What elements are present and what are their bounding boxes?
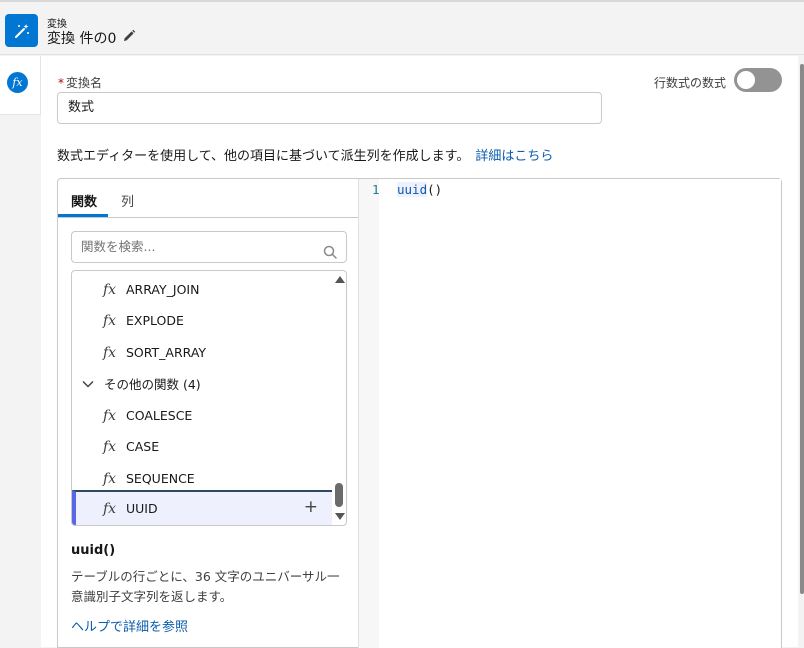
list-scrollbar[interactable] [332, 271, 346, 525]
function-item-sort-array[interactable]: fx SORT_ARRAY [72, 337, 332, 368]
active-tab-indicator [58, 214, 108, 217]
scroll-down-arrow-icon[interactable] [335, 513, 345, 520]
learn-more-link[interactable]: 詳細はこちら [475, 149, 553, 164]
code-function-token: uuid [397, 182, 428, 197]
function-item-case[interactable]: fx CASE [72, 431, 332, 462]
fx-icon: fx [103, 344, 117, 361]
fx-icon: fx [103, 312, 117, 329]
page-header: 変換 変換 件の0 [0, 0, 804, 55]
function-label: SORT_ARRAY [126, 345, 207, 360]
function-item-coalesce[interactable]: fx COALESCE [72, 400, 332, 431]
page-title: 変換 件の0 [47, 28, 136, 48]
chevron-down-icon [82, 377, 104, 391]
function-search-input[interactable]: 関数を検索... [71, 231, 347, 263]
code-editor[interactable]: 1 uuid() [359, 179, 781, 648]
transform-name-label-text: 変換名 [66, 76, 103, 90]
search-placeholder: 関数を検索... [81, 239, 156, 254]
function-tabs: 関数 列 [58, 179, 358, 218]
page-scrollbar-thumb[interactable] [800, 64, 804, 594]
page-title-text: 変換 件の0 [47, 31, 117, 47]
function-label: EXPLODE [126, 313, 184, 328]
transform-name-label: * 変換名 [58, 74, 102, 91]
toggle-knob [737, 71, 755, 89]
line-number: 1 [372, 182, 380, 197]
function-list: fx ARRAY_JOIN fx EXPLODE fx SORT_ARRAY そ… [71, 270, 347, 526]
magic-wand-icon [5, 14, 38, 47]
function-label: ARRAY_JOIN [126, 282, 200, 297]
function-label: UUID [126, 501, 158, 516]
formula-editor-panel: 関数 列 関数を検索... fx ARRAY_JOIN fx EXPLODE f… [57, 178, 782, 648]
function-label: COALESCE [126, 408, 193, 423]
scroll-up-arrow-icon[interactable] [335, 276, 345, 283]
function-item-explode[interactable]: fx EXPLODE [72, 305, 332, 336]
scroll-thumb[interactable] [335, 483, 343, 507]
selected-function-signature: uuid() [71, 543, 116, 558]
fx-icon: fx [103, 407, 117, 424]
selected-function-description: テーブルの行ごとに、36 文字のユニバーサル一意識別子文字列を返します。 [71, 569, 340, 604]
fx-icon: fx [103, 281, 117, 298]
fx-icon: fx [103, 438, 117, 455]
transform-name-input[interactable]: 数式 [57, 92, 602, 124]
description-text: 数式エディターを使用して、他の項目に基づいて派生列を作成します。 詳細はこちら [57, 145, 553, 164]
row-formula-toggle[interactable] [734, 68, 782, 92]
function-pane: 関数 列 関数を検索... fx ARRAY_JOIN fx EXPLODE f… [58, 179, 359, 648]
add-function-icon[interactable]: + [304, 497, 318, 517]
search-icon [323, 240, 337, 270]
function-item-uuid[interactable]: fx UUID + [72, 490, 332, 525]
rail-band [0, 114, 41, 647]
function-group-other[interactable]: その他の関数 (4) [72, 368, 332, 399]
code-line[interactable]: uuid() [397, 182, 442, 197]
description-body: 数式エディターを使用して、他の項目に基づいて派生列を作成します。 [57, 149, 470, 164]
function-label: CASE [126, 439, 160, 454]
group-label: その他の関数 (4) [104, 377, 201, 392]
fx-icon[interactable]: fx [7, 72, 28, 93]
function-item-array-join[interactable]: fx ARRAY_JOIN [72, 274, 332, 305]
fx-icon: fx [103, 500, 117, 517]
tab-columns[interactable]: 列 [121, 191, 134, 210]
required-mark: * [58, 76, 64, 90]
code-parens: () [427, 182, 443, 197]
left-rail: fx [0, 56, 41, 647]
tab-functions[interactable]: 関数 [71, 191, 97, 210]
function-label: SEQUENCE [126, 471, 195, 486]
line-gutter [359, 179, 379, 648]
pencil-icon[interactable] [122, 29, 136, 47]
help-link[interactable]: ヘルプで詳細を参照 [71, 616, 188, 635]
row-formula-toggle-label: 行数式の数式 [654, 76, 727, 90]
fx-icon: fx [103, 470, 117, 487]
transform-panel: * 変換名 数式 行数式の数式 数式エディターを使用して、他の項目に基づいて派生列… [41, 56, 798, 648]
